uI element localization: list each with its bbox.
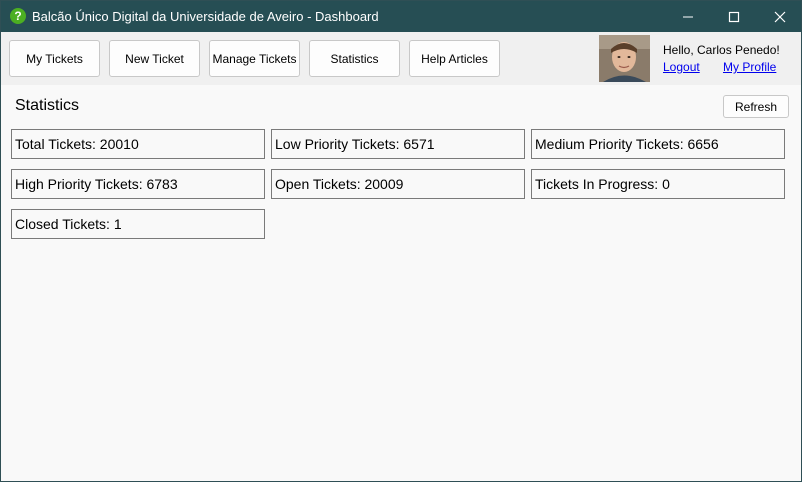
stat-medium-priority: Medium Priority Tickets: 6656 xyxy=(531,129,785,159)
refresh-button[interactable]: Refresh xyxy=(723,95,789,118)
stat-low-priority: Low Priority Tickets: 6571 xyxy=(271,129,525,159)
stat-open-tickets: Open Tickets: 20009 xyxy=(271,169,525,199)
stat-in-progress: Tickets In Progress: 0 xyxy=(531,169,785,199)
manage-tickets-button[interactable]: Manage Tickets xyxy=(209,40,300,77)
stat-total-tickets: Total Tickets: 20010 xyxy=(11,129,265,159)
help-articles-button[interactable]: Help Articles xyxy=(409,40,500,77)
my-profile-link[interactable]: My Profile xyxy=(723,60,776,74)
minimize-icon xyxy=(683,16,693,17)
maximize-button[interactable] xyxy=(711,1,757,32)
window-title: Balcão Único Digital da Universidade de … xyxy=(32,9,379,24)
stat-high-priority: High Priority Tickets: 6783 xyxy=(11,169,265,199)
app-window: ? Balcão Único Digital da Universidade d… xyxy=(0,0,802,482)
close-button[interactable] xyxy=(757,1,802,32)
logout-link[interactable]: Logout xyxy=(663,60,700,74)
stat-closed-tickets: Closed Tickets: 1 xyxy=(11,209,265,239)
toolbar: My Tickets New Ticket Manage Tickets Sta… xyxy=(1,32,801,85)
maximize-icon xyxy=(728,11,740,22)
user-avatar xyxy=(599,35,650,82)
statistics-button[interactable]: Statistics xyxy=(309,40,400,77)
title-bar[interactable]: ? Balcão Único Digital da Universidade d… xyxy=(1,1,801,32)
user-greeting: Hello, Carlos Penedo! xyxy=(663,43,780,57)
help-question-icon: ? xyxy=(10,8,26,24)
page-title: Statistics xyxy=(15,97,80,114)
minimize-button[interactable] xyxy=(665,1,711,32)
my-tickets-button[interactable]: My Tickets xyxy=(9,40,100,77)
new-ticket-button[interactable]: New Ticket xyxy=(109,40,200,77)
close-icon xyxy=(774,11,786,22)
